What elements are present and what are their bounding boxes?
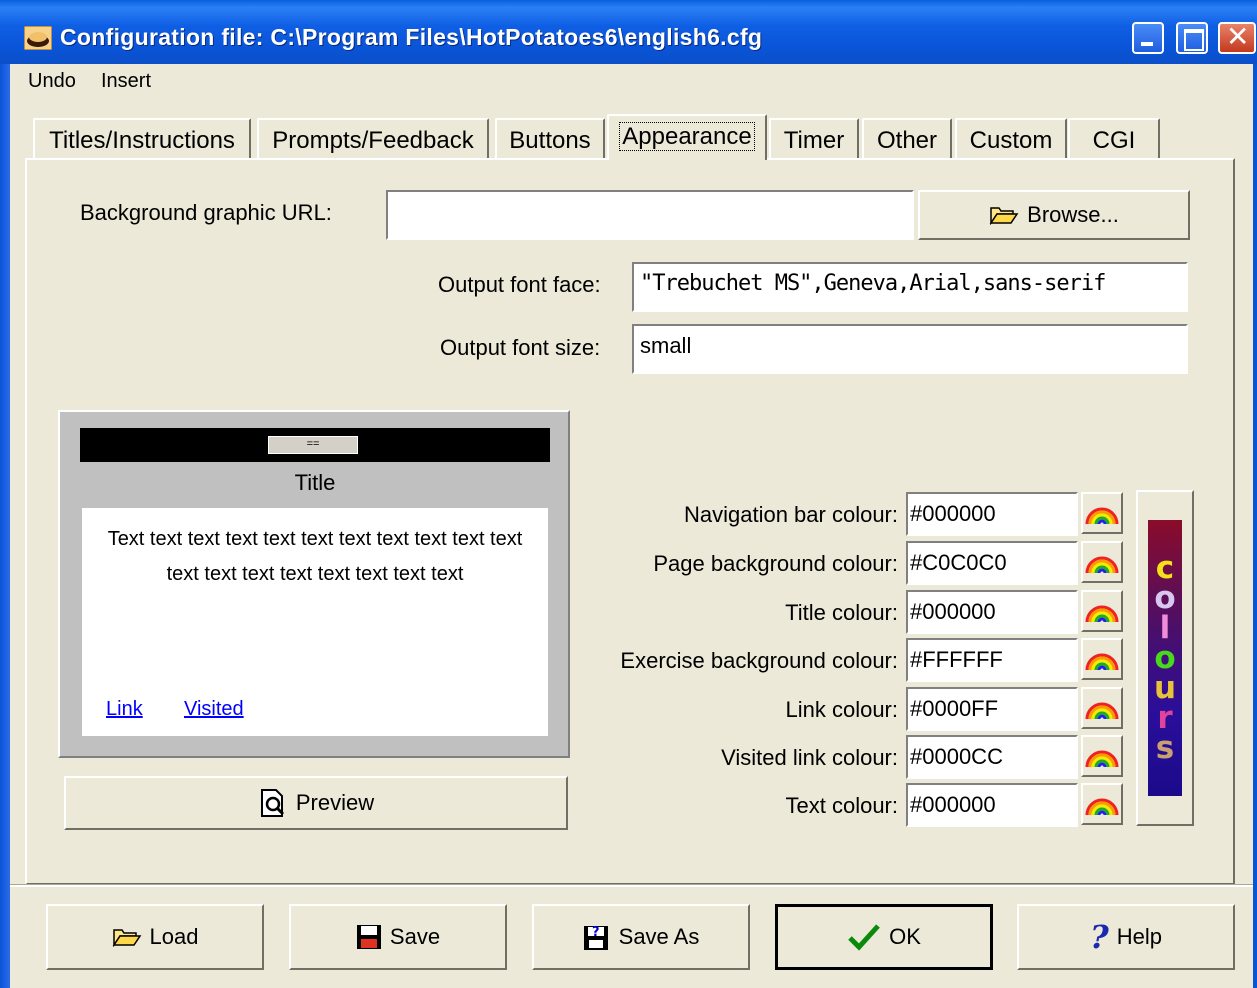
browse-label: Browse... — [1027, 202, 1119, 227]
colour-picker-button[interactable] — [1081, 541, 1123, 583]
tab-custom[interactable]: Custom — [955, 118, 1067, 158]
colour-label: Visited link colour: — [721, 745, 898, 770]
menu-insert[interactable]: Insert — [101, 70, 151, 93]
colours-letter: s — [1155, 730, 1175, 766]
tab-titles-instructions[interactable]: Titles/Instructions — [33, 118, 251, 158]
menu-bar — [10, 64, 1253, 100]
tab-prompts-feedback[interactable]: Prompts/Feedback — [257, 118, 489, 158]
hot-potatoes-app-icon — [24, 26, 52, 50]
colour-value-input[interactable]: #000000 — [906, 492, 1078, 536]
colour-picker-button[interactable] — [1081, 638, 1123, 680]
colours-letter: c — [1155, 550, 1175, 586]
rainbow-icon — [1085, 556, 1119, 574]
tab-appearance[interactable]: Appearance — [607, 114, 767, 160]
minimize-icon — [1141, 42, 1153, 46]
save-as-button[interactable]: ? Save As — [532, 904, 750, 970]
colour-value-input[interactable]: #0000FF — [906, 687, 1078, 731]
bg-graphic-url-input[interactable] — [386, 190, 914, 240]
save-label: Save — [389, 924, 441, 949]
preview-magnifier-icon — [260, 789, 284, 817]
sample-title: Title — [294, 470, 336, 495]
tab-cgi[interactable]: CGI — [1068, 118, 1160, 158]
minimize-button[interactable] — [1132, 22, 1164, 54]
font-face-label: Output font face: — [438, 272, 601, 297]
colour-label: Page background colour: — [653, 551, 898, 576]
close-button[interactable]: ✕ — [1218, 22, 1256, 54]
sample-exercise-box: Text text text text text text text text … — [82, 508, 548, 736]
rainbow-icon — [1085, 653, 1119, 671]
window-title: Configuration file: C:\Program Files\Hot… — [60, 24, 763, 50]
window-border-right — [1253, 64, 1257, 988]
ok-button[interactable]: OK — [775, 904, 993, 970]
font-size-input[interactable]: small — [632, 324, 1188, 374]
colours-letter: r — [1157, 700, 1173, 736]
browse-button[interactable]: Browse... — [918, 190, 1190, 240]
bg-graphic-label: Background graphic URL: — [80, 200, 332, 225]
colour-value-input[interactable]: #000000 — [906, 783, 1078, 827]
sample-link: Link — [106, 698, 143, 720]
help-label: Help — [1116, 924, 1162, 949]
window-border-left — [0, 64, 10, 988]
colours-letter: l — [1159, 610, 1171, 646]
sample-visited-link: Visited — [184, 698, 244, 720]
maximize-icon — [1184, 29, 1204, 51]
sample-nav-button: == — [268, 436, 358, 454]
load-label: Load — [149, 924, 199, 949]
colours-letter: o — [1154, 640, 1176, 676]
colour-label: Navigation bar colour: — [683, 502, 898, 527]
folder-open-icon — [989, 207, 1019, 225]
colour-label: Title colour: — [785, 600, 898, 625]
colour-picker-button[interactable] — [1081, 783, 1123, 825]
menu-undo[interactable]: Undo — [28, 70, 76, 93]
save-as-label: Save As — [618, 924, 700, 949]
ok-label: OK — [889, 924, 921, 949]
load-button[interactable]: Load — [46, 904, 264, 970]
save-button[interactable]: Save — [289, 904, 507, 970]
rainbow-icon — [1085, 507, 1119, 525]
tab-other[interactable]: Other — [862, 118, 952, 158]
floppy-disk-icon — [356, 925, 381, 949]
colour-label: Link colour: — [785, 697, 898, 722]
colour-value-input[interactable]: #C0C0C0 — [906, 541, 1078, 585]
tab-appearance-label: Appearance — [619, 122, 755, 151]
maximize-button[interactable] — [1176, 22, 1208, 54]
colours-button[interactable]: colours — [1136, 490, 1194, 826]
colour-label: Exercise background colour: — [620, 648, 898, 673]
colour-label: Text colour: — [785, 793, 899, 818]
sample-navigation-bar: == — [80, 428, 550, 462]
separator — [10, 884, 1253, 887]
help-button[interactable]: ? Help — [1017, 904, 1235, 970]
colour-picker-button[interactable] — [1081, 735, 1123, 777]
rainbow-icon — [1085, 702, 1119, 720]
help-question-icon: ? — [1090, 918, 1109, 956]
folder-open-icon — [112, 929, 141, 947]
appearance-sample: == Title Text text text text text text t… — [58, 410, 570, 758]
preview-label: Preview — [295, 790, 375, 815]
save-as-icon: ? — [583, 925, 608, 950]
rainbow-icon — [1085, 798, 1119, 816]
colours-letter: o — [1154, 580, 1176, 616]
colour-value-input[interactable]: #000000 — [906, 590, 1078, 634]
tab-timer[interactable]: Timer — [769, 118, 859, 158]
colours-letter: u — [1153, 670, 1177, 706]
tab-buttons[interactable]: Buttons — [495, 118, 605, 158]
colour-value-input[interactable]: #0000CC — [906, 735, 1078, 779]
rainbow-icon — [1085, 605, 1119, 623]
colours-button-graphic: colours — [1148, 520, 1182, 796]
checkmark-icon — [848, 924, 880, 951]
colour-picker-button[interactable] — [1081, 687, 1123, 729]
colour-picker-button[interactable] — [1081, 590, 1123, 632]
close-icon: ✕ — [1226, 20, 1250, 53]
colour-value-input[interactable]: #FFFFFF — [906, 638, 1078, 682]
sample-text: Text text text text text text text text … — [107, 528, 523, 585]
preview-button[interactable]: Preview — [64, 776, 568, 830]
title-bar[interactable]: Configuration file: C:\Program Files\Hot… — [0, 0, 1257, 64]
font-size-label: Output font size: — [440, 335, 601, 360]
svg-text:?: ? — [592, 925, 600, 940]
rainbow-icon — [1085, 750, 1119, 768]
colour-picker-button[interactable] — [1081, 492, 1123, 534]
font-face-input[interactable]: "Trebuchet MS",Geneva,Arial,sans-serif — [632, 262, 1188, 312]
